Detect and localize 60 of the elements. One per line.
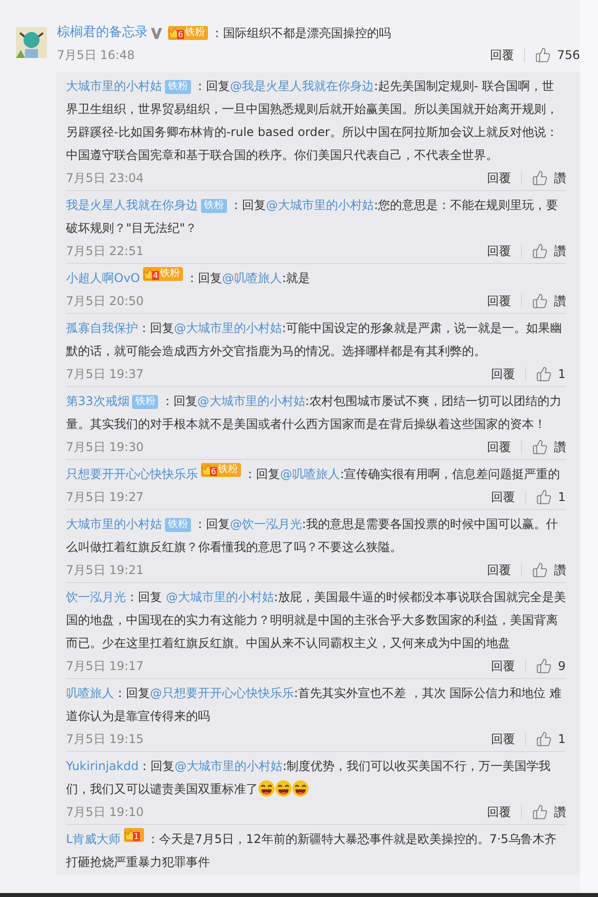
fan-badge: 铁粉 xyxy=(165,80,191,94)
like-button[interactable]: 讚 xyxy=(532,242,566,260)
like-button[interactable]: 1 xyxy=(536,731,566,747)
thumbs-up-icon xyxy=(535,47,552,63)
reply-link[interactable]: 回覆 xyxy=(491,366,515,382)
comment-time: 7月5日 16:48 xyxy=(57,46,135,64)
reply-link[interactable]: 回覆 xyxy=(487,170,511,186)
reply-text: 第33次戒烟 铁粉 ：回复@大城市里的小村姑:农村包围城市屡试不爽，团结一切可以团结的力量。其实我们的对手根本就不是美国或者什么西方国家而是在背后操纵着这些国家的资本！ xyxy=(66,393,562,433)
reply-link[interactable]: 回覆 xyxy=(487,804,511,820)
reply-link[interactable]: 回覆 xyxy=(487,438,511,456)
reply-text: L肯威大师 1 ：今天是7月5日，12年前的新疆特大暴恐事件就是欧美操控的。7·5乌鲁木齐打砸抢烧严重暴力犯罪事件 xyxy=(66,828,566,874)
comment-time: 7月5日 20:50 xyxy=(66,292,144,310)
thumbs-up-icon xyxy=(536,489,552,505)
comment-time: 7月5日 19:10 xyxy=(66,804,144,820)
comment-time: 7月5日 19:17 xyxy=(66,658,144,674)
comment-time: 7月5日 19:15 xyxy=(66,730,144,748)
like-button[interactable]: 讚 xyxy=(532,804,566,820)
comment-time: 7月5日 19:30 xyxy=(66,438,144,456)
fan-badge: 铁粉 xyxy=(132,395,158,409)
comment-time: 7月5日 23:04 xyxy=(66,170,144,186)
like-button[interactable]: 讚 xyxy=(532,562,566,578)
reply-text: 孤寡自我保护：回复@大城市里的小村姑:可能中国设定的形象就是严肃，说一就是一。如果幽默的话，就可能会造成西方外交官指鹿为马的情况。选择哪样都是有其利弊的。 xyxy=(66,320,564,360)
thumbs-up-icon xyxy=(536,658,552,674)
fan-badge: 铁粉 xyxy=(201,199,227,213)
reply-link[interactable]: 回覆 xyxy=(490,46,514,64)
thumbs-up-icon xyxy=(536,731,552,747)
like-button[interactable]: 讚 xyxy=(532,292,566,310)
fan-badge: 1 xyxy=(124,828,144,842)
reply-link[interactable]: 回覆 xyxy=(487,242,511,260)
like-button[interactable]: 讚 xyxy=(532,170,566,186)
reply-text: 我是火星人我就在你身边 铁粉 ：回复@大城市里的小村姑:您的意思是：不能在规则里玩，要破坏规则？"目无法纪"？ xyxy=(66,197,560,237)
reply-text: Yukirinjakdd：回复@大城市里的小村姑:制度优势，我们可以收买美国不行，万一美国学我们，我们又可以谴责美国双重标准了 xyxy=(66,758,552,799)
like-button[interactable]: 1 xyxy=(536,489,566,505)
reply-text: 大城市里的小村姑 铁粉 ：回复@饮一泓月光:我的意思是需要各国投票的时候中国可以赢。什么叫做扛着红旗反红旗？你看懂我的意思了吗？不要这么狭隘。 xyxy=(66,516,560,556)
avatar[interactable] xyxy=(16,27,47,58)
reply-link[interactable]: 回覆 xyxy=(491,730,515,748)
thumbs-up-icon xyxy=(532,804,548,820)
comment-time: 7月5日 19:27 xyxy=(66,488,144,506)
thumbs-up-icon xyxy=(532,293,548,309)
comment-text: ：国际组织不都是漂亮国操控的吗 xyxy=(211,25,392,42)
thumbs-up-icon xyxy=(532,439,548,455)
thumbs-up-icon xyxy=(536,366,552,382)
fan-badge: 铁粉 xyxy=(165,518,191,532)
reply-link[interactable]: 回覆 xyxy=(487,292,511,310)
like-button[interactable]: 9 xyxy=(536,658,566,674)
thumbs-up-icon xyxy=(532,562,548,578)
like-button[interactable]: 1 xyxy=(536,366,566,382)
like-button[interactable]: 讚 xyxy=(532,438,566,456)
reply-text: 叽喳旅人：回复@只想要开开心心快快乐乐:首先其实外宣也不差 ，其次 国际公信力和地位 难道你认为是靠宣传得来的吗 xyxy=(66,685,562,725)
reply-text: 饮一泓月光：回复 @大城市里的小村姑:放屁，美国最牛逼的时候都没本事说联合国就完全是美国的地盘，中国现在的实力有这能力？明明就是中国的主张合乎大多数国家的利益，美国背离而已。少在这里扛着红旗反红旗。中国从来不认同霸权主义，又何来成为中国的地盘 xyxy=(66,589,566,652)
like-button[interactable]: 756 xyxy=(535,47,580,63)
reply-link[interactable]: 回覆 xyxy=(491,658,515,674)
comment-time: 7月5日 19:21 xyxy=(66,562,144,578)
thumbs-up-icon xyxy=(532,170,548,186)
reply-text: 大城市里的小村姑 铁粉 ：回复@我是火星人我就在你身边:起先美国制定规则- 联合国啊，世界卫生组织，世界贸易组织，一旦中国熟悉规则后就开始赢美国。所以美国就开始离开规则，另辟蹊径-比如国务卿布林肯的-rule based order。所以中国在阿拉斯加会议上就反对他说：中国遵守联合国宪章和基于联合国的秩序。你们美国只代表自己，不代表全世界。 xyxy=(66,78,559,164)
comment-time: 7月5日 22:51 xyxy=(66,242,144,260)
reply-link[interactable]: 回覆 xyxy=(487,562,511,578)
comment-time: 7月5日 19:37 xyxy=(66,366,144,382)
reply-link[interactable]: 回覆 xyxy=(491,488,515,506)
thumbs-up-icon xyxy=(532,243,548,259)
